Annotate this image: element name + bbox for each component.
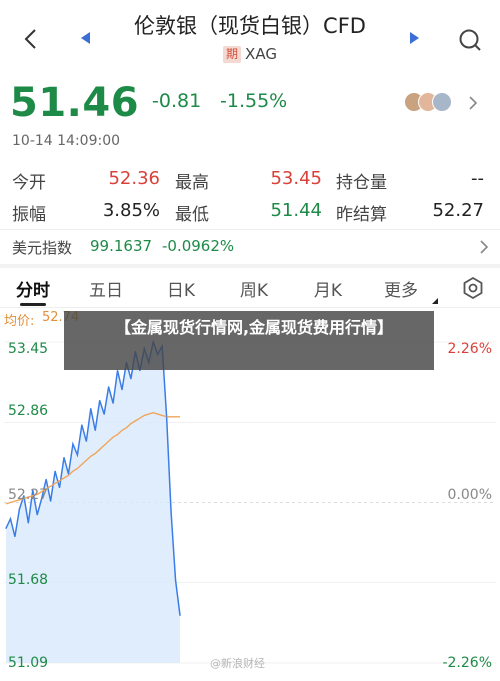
last-price: 51.46 bbox=[10, 80, 140, 126]
tab-more[interactable]: 更多 bbox=[371, 276, 431, 301]
chevron-right-icon bbox=[480, 240, 489, 254]
prev-instrument-button[interactable] bbox=[78, 30, 94, 46]
price-point bbox=[166, 416, 168, 418]
stat-label-open: 今开 bbox=[12, 173, 46, 193]
price-point bbox=[14, 535, 16, 538]
tab-daily-k[interactable]: 日K bbox=[151, 276, 211, 301]
price-point bbox=[139, 369, 141, 372]
search-icon bbox=[459, 29, 481, 51]
gear-icon bbox=[463, 276, 483, 300]
tab-intraday[interactable]: 分时 bbox=[3, 276, 63, 301]
tab-five-day[interactable]: 五日 bbox=[76, 276, 136, 301]
price-point bbox=[76, 454, 78, 456]
stat-value-low: 51.44 bbox=[270, 200, 322, 221]
price-point bbox=[103, 413, 105, 415]
stat-label-high: 最高 bbox=[175, 173, 209, 193]
tab-weekly-k[interactable]: 周K bbox=[224, 276, 284, 301]
stat-label-open-interest: 持仓量 bbox=[336, 173, 387, 193]
price-point bbox=[67, 473, 70, 475]
price-point bbox=[179, 614, 181, 616]
futures-badge: 期 bbox=[223, 46, 242, 63]
price-point bbox=[36, 514, 38, 516]
y-axis-left-tick: 51.09 bbox=[8, 655, 49, 671]
price-change: -0.81 bbox=[152, 90, 202, 112]
more-dropdown-icon bbox=[432, 298, 438, 304]
chevron-right-icon bbox=[469, 96, 478, 110]
triangle-right-icon bbox=[410, 32, 419, 44]
section-separator bbox=[0, 264, 500, 268]
chart-settings-button[interactable] bbox=[461, 276, 485, 300]
stat-value-amplitude: 3.85% bbox=[102, 200, 160, 221]
page-title: 伦敦银（现货白银）CFD bbox=[134, 14, 366, 38]
active-tab-indicator bbox=[20, 303, 46, 306]
usd-index-label: 美元指数 bbox=[12, 239, 73, 257]
y-axis-left-tick: 53.45 bbox=[8, 341, 49, 357]
y-axis-right-tick: -2.26% bbox=[442, 655, 492, 671]
price-point bbox=[18, 508, 20, 510]
price-point bbox=[94, 429, 96, 432]
watermark: @新浪财经 bbox=[210, 657, 265, 670]
chevron-left-icon bbox=[24, 29, 36, 49]
price-point bbox=[116, 369, 119, 372]
article-title-overlay: 【金属现货行情网,金属现货费用行情】 bbox=[64, 311, 434, 370]
usd-index-chevron bbox=[478, 239, 490, 255]
stat-value-open-interest: -- bbox=[471, 168, 484, 189]
triangle-left-icon bbox=[81, 32, 90, 44]
quote-time: 10-14 14:09:00 bbox=[12, 133, 121, 149]
usd-index-row[interactable]: 美元指数 99.1637 -0.0962% bbox=[0, 230, 500, 264]
price-point bbox=[72, 443, 74, 445]
search-button[interactable] bbox=[456, 26, 484, 54]
usd-index-value: 99.1637 bbox=[90, 237, 153, 255]
chart-tabs: 分时 五日 日K 周K 月K 更多 bbox=[0, 270, 500, 308]
price-point bbox=[90, 408, 92, 410]
back-button[interactable] bbox=[18, 26, 44, 52]
price-point bbox=[130, 378, 132, 380]
avatar bbox=[432, 92, 452, 112]
stat-label-amplitude: 振幅 bbox=[12, 205, 46, 225]
stat-label-low: 最低 bbox=[175, 205, 209, 225]
community-more-button[interactable] bbox=[466, 95, 480, 111]
price-point bbox=[121, 389, 123, 391]
price-point bbox=[50, 500, 52, 502]
price-point bbox=[58, 486, 61, 489]
price-point bbox=[9, 518, 12, 520]
tab-monthly-k[interactable]: 月K bbox=[298, 276, 358, 301]
instrument-code: 期 XAG bbox=[100, 45, 400, 63]
instrument-code-text: XAG bbox=[245, 45, 277, 63]
article-title-text: 【金属现货行情网,金属现货费用行情】 bbox=[114, 318, 394, 337]
header-bar: 伦敦银（现货白银）CFD 期 XAG bbox=[0, 0, 500, 78]
price-point bbox=[174, 579, 177, 581]
price-point bbox=[99, 399, 101, 402]
next-instrument-button[interactable] bbox=[406, 30, 422, 46]
stat-value-open: 52.36 bbox=[108, 168, 160, 189]
stat-value-prev-settle: 52.27 bbox=[432, 200, 484, 221]
y-axis-right-tick: 0.00% bbox=[447, 487, 492, 503]
price-point bbox=[85, 440, 87, 442]
price-point bbox=[54, 470, 56, 472]
community-avatars[interactable] bbox=[404, 92, 460, 114]
price-point bbox=[108, 386, 110, 388]
price-point bbox=[112, 402, 114, 404]
price-point bbox=[27, 522, 29, 524]
price-point bbox=[170, 511, 172, 513]
price-point bbox=[81, 424, 83, 426]
average-price-label: 均价: bbox=[4, 314, 35, 329]
price-change-percent: -1.55% bbox=[220, 90, 288, 112]
price-point bbox=[45, 478, 47, 480]
price-point bbox=[63, 457, 65, 459]
usd-index-change: -0.0962% bbox=[162, 237, 235, 255]
price-point bbox=[5, 527, 7, 529]
y-axis-left-tick: 52.86 bbox=[8, 403, 49, 419]
y-axis-left-tick: 51.68 bbox=[8, 572, 49, 588]
stat-label-prev-settle: 昨结算 bbox=[336, 205, 387, 225]
y-axis-left-tick: 52.27 bbox=[8, 487, 49, 503]
stat-value-high: 53.45 bbox=[270, 168, 322, 189]
